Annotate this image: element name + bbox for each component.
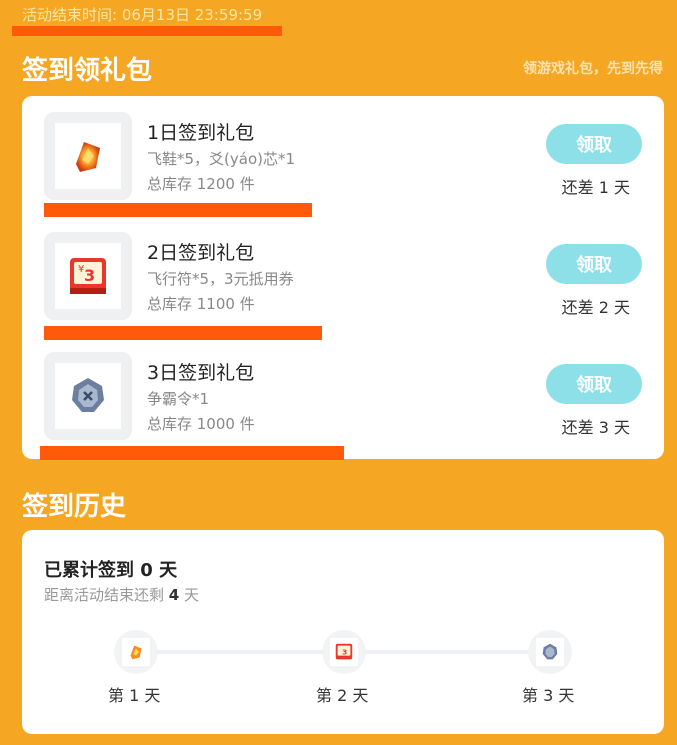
package-desc: 争霸令*1 [147, 390, 210, 408]
package-item-1: 1日签到礼包 飞鞋*5，爻(yáo)芯*1 总库存 1200 件 领取 还差 1… [22, 96, 664, 206]
highlight-bar [12, 26, 282, 36]
package-stock: 总库存 1000 件 [147, 415, 255, 433]
day-label-2: 第 2 天 [316, 686, 369, 705]
remaining-days: 还差 2 天 [561, 298, 630, 317]
day-node-3 [528, 630, 572, 674]
package-stock: 总库存 1200 件 [147, 175, 255, 193]
package-thumb [44, 112, 132, 200]
emblem-icon [72, 378, 104, 412]
days-left: 距离活动结束还剩 4 天 [44, 586, 200, 604]
day-node-2: 3 [322, 630, 366, 674]
highlight-bar [44, 326, 322, 340]
package-title: 2日签到礼包 [147, 242, 255, 264]
package-item-2: ¥ 3 2日签到礼包 飞行符*5，3元抵用券 总库存 1100 件 领取 还差 … [22, 216, 664, 326]
claim-button[interactable]: 领取 [546, 124, 642, 164]
remaining-days: 还差 3 天 [561, 418, 630, 437]
package-item-3: 3日签到礼包 争霸令*1 总库存 1000 件 领取 还差 3 天 [22, 336, 664, 446]
day-label-1: 第 1 天 [108, 686, 161, 705]
package-desc: 飞行符*5，3元抵用券 [147, 270, 294, 288]
package-stock: 总库存 1100 件 [147, 295, 255, 313]
remaining-days: 还差 1 天 [561, 178, 630, 197]
package-thumb: ¥ 3 [44, 232, 132, 320]
package-thumb [44, 352, 132, 440]
day-label-3: 第 3 天 [522, 686, 575, 705]
highlight-bar [44, 203, 312, 217]
svg-text:3: 3 [342, 647, 347, 656]
fire-gem-icon [76, 142, 100, 172]
coupon-icon: ¥ 3 [70, 258, 106, 294]
package-card: 1日签到礼包 飞鞋*5，爻(yáo)芯*1 总库存 1200 件 领取 还差 1… [22, 96, 664, 459]
total-signin-count: 已累计签到 0 天 [44, 560, 178, 581]
coupon-icon: 3 [335, 643, 353, 660]
svg-text:3: 3 [84, 266, 95, 285]
highlight-bar [40, 446, 344, 460]
signin-section-hint: 领游戏礼包，先到先得 [523, 61, 663, 77]
signin-section-title: 签到领礼包 [22, 56, 153, 86]
claim-button[interactable]: 领取 [546, 364, 642, 404]
history-card: 已累计签到 0 天 距离活动结束还剩 4 天 3 第 1 天 第 2 天 第 3… [22, 530, 664, 734]
emblem-icon [542, 643, 558, 660]
history-section-title: 签到历史 [22, 492, 127, 522]
package-title: 1日签到礼包 [147, 122, 255, 144]
activity-end-time: 活动结束时间: 06月13日 23:59:59 [22, 6, 263, 24]
day-node-1 [114, 630, 158, 674]
package-title: 3日签到礼包 [147, 362, 255, 384]
fire-gem-icon [130, 645, 142, 660]
claim-button[interactable]: 领取 [546, 244, 642, 284]
package-desc: 飞鞋*5，爻(yáo)芯*1 [147, 150, 296, 168]
